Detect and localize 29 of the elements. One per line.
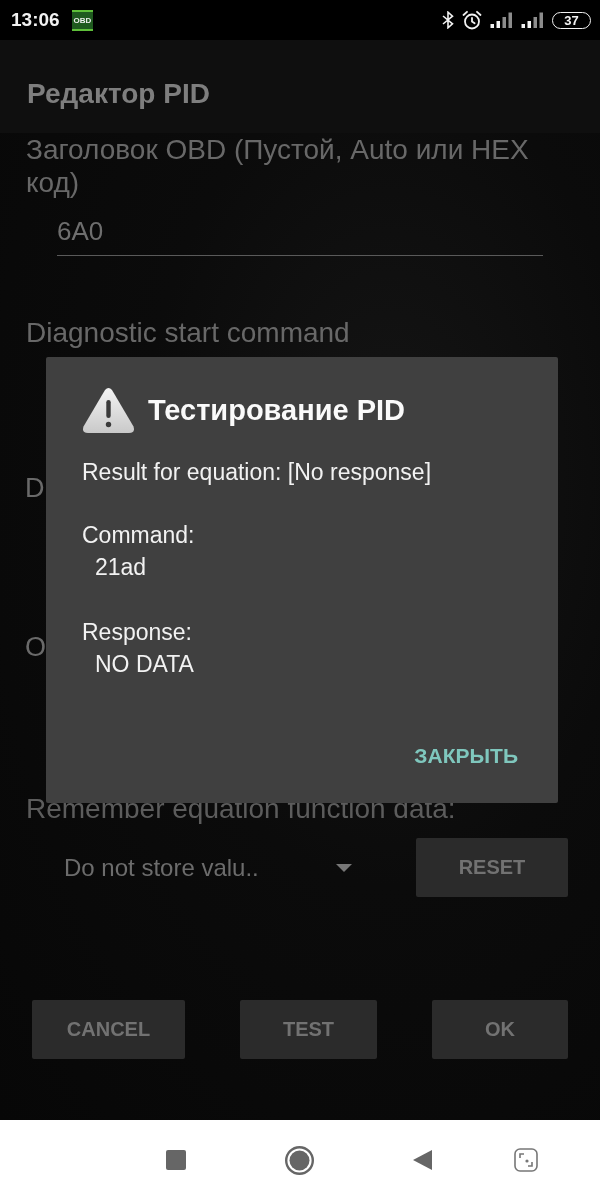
message-label: Response: <box>82 618 192 647</box>
warning-icon <box>82 387 135 433</box>
message-text: Result for equation: [No response] <box>82 458 432 487</box>
field-label: O <box>25 631 46 664</box>
field-label: D <box>25 472 45 505</box>
back-icon[interactable] <box>413 1150 432 1170</box>
app-title: Редактор PID <box>27 77 210 111</box>
message-value: 21ad <box>94 553 147 582</box>
cancel-button[interactable]: CANCEL <box>32 1000 185 1059</box>
ok-button[interactable]: OK <box>432 1000 568 1059</box>
input-field[interactable]: 6A0 <box>57 212 543 256</box>
test-button[interactable]: TEST <box>240 1000 377 1059</box>
field-label: Заголовок OBD (Пустой, Auto или HEX код) <box>26 133 530 199</box>
signal-icon <box>490 12 513 28</box>
dialog-title: Тестирование PID <box>148 393 406 428</box>
close-button[interactable]: ЗАКРЫТЬ <box>402 733 530 779</box>
home-icon[interactable] <box>285 1145 314 1175</box>
message-value: NO DATA <box>94 650 194 679</box>
bluetooth-icon <box>442 11 454 29</box>
notification-badge: OBD <box>71 9 94 31</box>
alarm-clock-icon <box>462 10 482 30</box>
dropdown[interactable]: Do not store valu.. <box>64 845 360 890</box>
message-label: Command: <box>82 521 195 550</box>
field-label: Diagnostic start command <box>26 316 350 349</box>
reset-button[interactable]: RESET <box>416 838 568 897</box>
corner-frame-icon[interactable] <box>514 1148 538 1172</box>
status-time: 13:06 <box>11 9 60 31</box>
signal-icon <box>521 12 544 28</box>
caret-icon <box>336 863 352 872</box>
